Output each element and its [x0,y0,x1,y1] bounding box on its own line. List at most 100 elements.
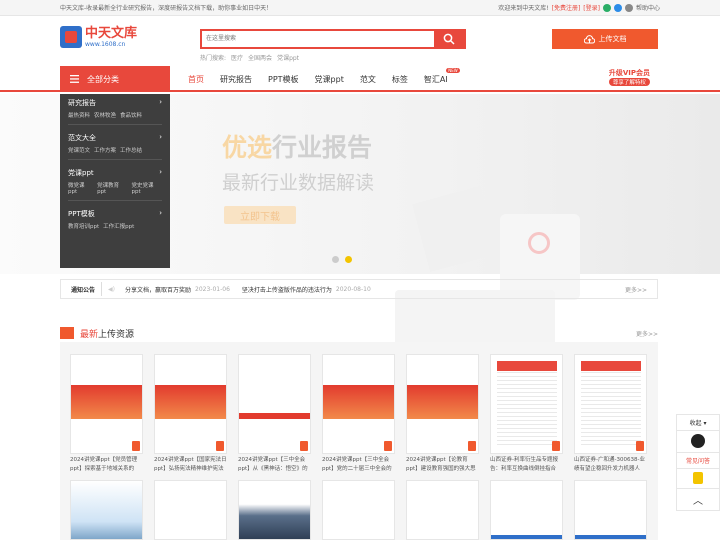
resource-caption: 山西证券-利率衍生品专题报告：利率互换曲线倒挂指合 [490,457,558,472]
nav-home[interactable]: 首页 [188,74,204,85]
category-sub[interactable]: 党课范文 [68,146,90,154]
edit-icon [693,472,703,484]
qq-service-button[interactable] [677,431,719,453]
category-ppt-templates[interactable]: PPT模板 › 教育培训ppt 工作汇报ppt [68,209,162,235]
top-bar: 中天文库-收录最新全行业研究报告，深度研报告文档下载，助你事业如日中天！ 欢迎来… [0,0,720,16]
category-sub[interactable]: 微党课ppt [68,181,93,195]
resource-card[interactable]: 2024讲党课ppt【国家宪法日ppt】弘扬宪法精神维护宪法 [154,354,227,474]
hot-searches: 热门搜索: 医疗 全国两会 党课ppt [200,53,299,62]
notice-item[interactable]: 坚决打击上传盗版作品的违法行为 [242,285,332,294]
category-party-ppt[interactable]: 党课ppt › 微党课ppt 党课教育ppt 党史党课ppt [68,168,162,201]
search-input[interactable] [202,31,434,47]
resource-thumbnail [406,354,479,454]
pdf-icon [552,441,560,451]
hot-item[interactable]: 党课ppt [277,53,299,62]
search-box [200,29,466,49]
resource-caption: 山西证券-广和通-300638-业绩有望企稳回升发力机器人 [574,457,645,472]
ppt-icon [216,441,224,451]
chevron-right-icon: › [159,209,162,217]
resource-thumbnail [154,354,227,454]
nav-ai-label: 智汇AI [423,74,448,84]
category-sub[interactable]: 党史党课ppt [132,181,162,195]
help-icon[interactable] [624,3,633,12]
collapse-button[interactable]: 收起 ▾ [677,415,719,431]
category-sub[interactable]: 工作总结 [120,146,142,154]
nav-party-ppt[interactable]: 党课ppt [315,74,344,85]
section-more-link[interactable]: 更多>> [636,329,658,338]
back-to-top-button[interactable]: ︿ [677,489,719,510]
ppt-icon [132,441,140,451]
resource-thumbnail [406,480,479,540]
resource-card[interactable]: 2024讲党课ppt【三中全会ppt】从《黑神话：悟空》的 [238,354,311,474]
all-categories-button[interactable]: 全部分类 [60,66,170,92]
qq-penguin-icon [691,434,705,448]
login-link[interactable]: [登录] [583,3,600,12]
resource-card[interactable] [406,480,479,540]
search-icon [443,33,455,45]
logo-name: 中天文库 [85,25,138,41]
category-sub[interactable]: 工作汇报ppt [103,222,134,230]
resource-caption: 2024讲党课ppt【三中全会ppt】从《黑神话：悟空》的 [238,457,308,472]
wechat-icon[interactable] [602,3,611,12]
nav-ppt[interactable]: PPT模板 [268,74,299,85]
vip-upgrade[interactable]: 升级VIP会员 尊享了解特权 [608,68,650,86]
qq-icon[interactable] [613,3,622,12]
faq-button[interactable]: 常见问答 [677,453,719,469]
category-sub[interactable]: 最热资料 [68,111,90,119]
notice-item[interactable]: 分享文档，赢取百万奖励 [125,285,191,294]
latest-uploads-header: 最新上传资源 更多>> [60,325,658,341]
site-slogan: 中天文库-收录最新全行业研究报告，深度研报告文档下载，助你事业如日中天！ [60,5,273,12]
resource-caption: 2024讲党课ppt【论教育ppt】建设教育强国的强大思想武 [406,457,476,472]
resource-card[interactable] [322,480,395,540]
resource-card[interactable]: 山西证券-广和通-300638-业绩有望企稳回升发力机器人 [574,354,647,474]
all-categories-label: 全部分类 [87,74,119,84]
category-sub[interactable]: 教育培训ppt [68,222,99,230]
category-essays[interactable]: 范文大全 › 党课范文 工作方案 工作总结 [68,133,162,160]
resource-thumbnail [490,480,563,540]
resource-card[interactable] [154,480,227,540]
resource-card[interactable] [490,480,563,540]
search-button[interactable] [434,31,464,47]
carousel-dot-active[interactable] [345,256,352,263]
resource-card[interactable] [70,480,143,540]
category-sub[interactable]: 党课教育ppt [97,181,127,195]
resource-card[interactable] [238,480,311,540]
hot-item[interactable]: 全国两会 [248,53,272,62]
resource-thumbnail [490,354,563,454]
category-sub[interactable]: 农林牧渔 [94,111,116,119]
resource-thumbnail [238,480,311,540]
resource-caption: 2024讲党课ppt【三中全会ppt】党的二十届三中全会的 [322,457,392,472]
notice-more-link[interactable]: 更多>> [625,285,647,294]
feedback-button[interactable] [677,469,719,489]
help-center-link[interactable]: 帮助中心 [636,3,660,12]
site-logo[interactable]: 中天文库 www.1608.cn [60,26,137,48]
carousel-dots [332,256,352,263]
nav-research[interactable]: 研究报告 [220,74,252,85]
vip-subtitle: 尊享了解特权 [608,78,650,86]
resource-card[interactable]: 山西证券-利率衍生品专题报告：利率互换曲线倒挂指合 [490,354,563,474]
nav-tags[interactable]: 标签 [392,74,408,85]
category-sub[interactable]: 食品饮料 [120,111,142,119]
hot-item[interactable]: 医疗 [231,53,243,62]
notice-date: 2023-01-06 [195,285,230,293]
resource-card[interactable]: 2024讲党课ppt【党员管理ppt】探索基于地域关系的 [70,354,143,474]
resource-thumbnail [322,480,395,540]
carousel-dot[interactable] [332,256,339,263]
nav-ai[interactable]: 智汇AI NEW [423,67,460,85]
nav-essays[interactable]: 范文 [360,74,376,85]
resource-caption: 2024讲党课ppt【国家宪法日ppt】弘扬宪法精神维护宪法 [154,457,227,472]
cloud-upload-icon [583,34,595,43]
category-research[interactable]: 研究报告 › 最热资料 农林牧渔 食品饮料 [68,98,162,125]
upload-button[interactable]: 上传文档 [552,29,658,49]
resource-grid: 2024讲党课ppt【党员管理ppt】探索基于地域关系的 2024讲党课ppt【… [60,342,658,540]
resource-card[interactable] [574,480,647,540]
category-title: 党课ppt [68,169,94,177]
category-sub[interactable]: 工作方案 [94,146,116,154]
category-title: 范文大全 [68,134,96,142]
resource-thumbnail [154,480,227,540]
ppt-icon [384,441,392,451]
resource-card[interactable]: 2024讲党课ppt【三中全会ppt】党的二十届三中全会的 [322,354,395,474]
resource-card[interactable]: 2024讲党课ppt【论教育ppt】建设教育强国的强大思想武 [406,354,479,474]
banner-download-button[interactable]: 立即下载 [224,206,296,224]
register-link[interactable]: [免费注册] [552,3,581,12]
